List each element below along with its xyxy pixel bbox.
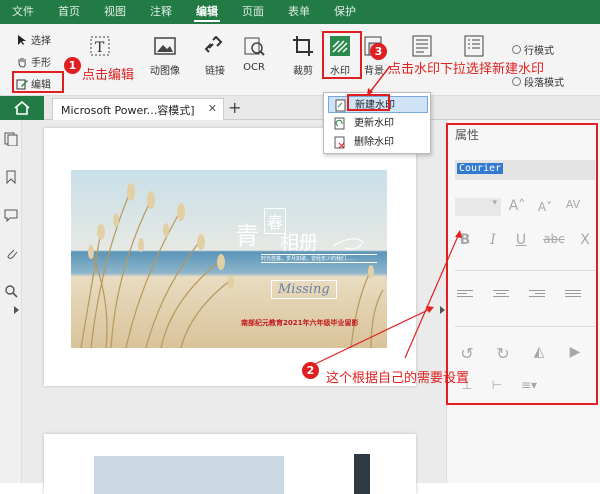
step-3-text: 点击水印下拉选择新建水印 bbox=[388, 62, 545, 77]
step-1-badge: 1 bbox=[64, 57, 81, 74]
step-2-text: 这个根据自己的需要设置 bbox=[326, 371, 470, 386]
step-3-badge: 3 bbox=[370, 43, 387, 60]
step-2-badge: 2 bbox=[302, 362, 319, 379]
step-1-text: 点击编辑 bbox=[82, 68, 135, 83]
